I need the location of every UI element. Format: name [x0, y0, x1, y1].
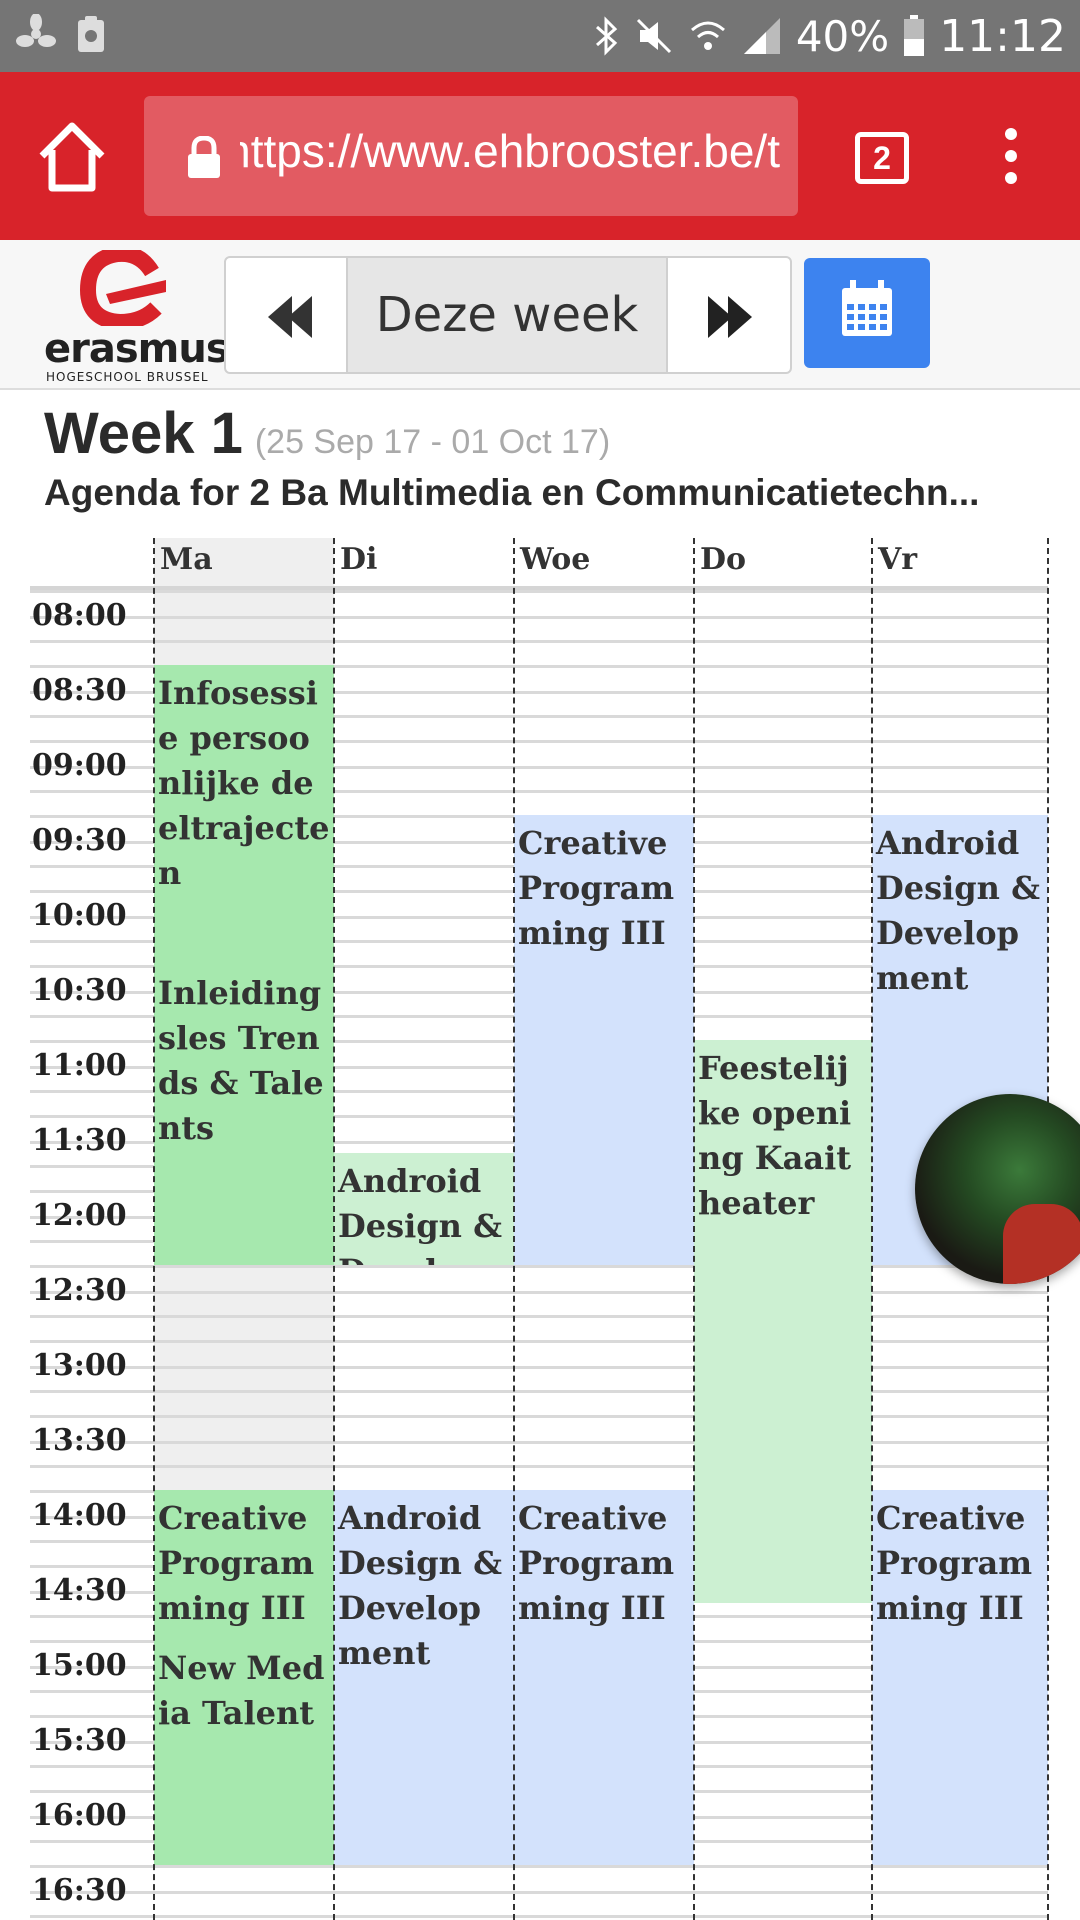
time-label: 15:00 — [32, 1648, 127, 1683]
status-bar: 40% 11:12 — [0, 0, 1080, 72]
event-block[interactable]: Inleidingsles Trends & Talents — [154, 965, 334, 1265]
tab-switcher-button[interactable]: 2 — [855, 132, 909, 184]
time-label: 14:00 — [32, 1498, 127, 1533]
event-block[interactable]: Infosessie persoonlijke deeltrajecten — [154, 665, 334, 965]
time-label: 16:00 — [32, 1798, 127, 1833]
bluetooth-icon — [595, 16, 618, 56]
grid-line — [30, 1441, 1048, 1444]
day-header-ma: Ma — [154, 538, 334, 588]
notification-icons — [16, 14, 106, 54]
column-divider — [871, 538, 873, 1920]
grid-line — [30, 1291, 1048, 1294]
column-divider — [333, 538, 335, 1920]
url-text: https://www.ehbrooster.be/t — [240, 125, 780, 177]
grid-line — [30, 1415, 1048, 1418]
time-label: 09:30 — [32, 823, 127, 858]
calendar-icon — [842, 280, 892, 336]
time-label: 10:00 — [32, 898, 127, 933]
event-block[interactable]: Creative Programming III — [154, 1490, 334, 1640]
logo-wordmark: erasmus — [44, 326, 230, 372]
event-block[interactable]: Creative Programming III — [514, 1490, 694, 1865]
lock-icon — [188, 136, 220, 178]
mute-icon — [636, 18, 671, 54]
time-label: 09:00 — [32, 748, 127, 783]
time-label: 11:00 — [32, 1048, 127, 1083]
event-block[interactable]: Android Design & Development — [334, 1152, 514, 1265]
time-label: 10:30 — [32, 973, 127, 1008]
event-block[interactable]: Creative Programming III — [514, 815, 694, 1265]
home-button[interactable] — [36, 116, 108, 196]
event-block[interactable]: Feestelijke opening Kaaitheater — [694, 1040, 872, 1603]
this-week-button[interactable]: Deze week — [346, 256, 668, 374]
schedule-grid: Ma Di Woe Do Vr 08:00 08:30 09:00 09:30 10:00 10:3… — [0, 538, 1080, 1920]
week-number: Week 1 — [44, 401, 243, 466]
clipboard-icon — [78, 16, 104, 52]
clock: 11:12 — [939, 10, 1066, 62]
today-free-slot — [154, 1265, 334, 1490]
time-label: 08:00 — [32, 598, 127, 633]
time-label: 15:30 — [32, 1723, 127, 1758]
grid-line — [30, 1315, 1048, 1318]
grid-line — [30, 1915, 1048, 1918]
time-label: 12:00 — [32, 1198, 127, 1233]
grid-line — [30, 1865, 1048, 1868]
home-icon — [39, 122, 105, 192]
time-label: 13:00 — [32, 1348, 127, 1383]
grid-line — [30, 1390, 1048, 1393]
agenda-title: Agenda for 2 Ba Multimedia en Communicat… — [44, 472, 980, 513]
grid-line — [30, 1340, 1048, 1343]
erasmus-e-icon — [80, 250, 166, 326]
event-block[interactable]: Creative Programming III — [872, 1490, 1048, 1865]
grid-line — [30, 590, 1048, 593]
grid-line — [30, 1265, 1048, 1268]
grid-line — [30, 1465, 1048, 1468]
week-date-range: (25 Sep 17 - 01 Oct 17) — [254, 423, 611, 461]
grid-line — [30, 640, 1048, 643]
erasmus-logo: erasmus HOGESCHOOL BRUSSEL — [40, 250, 230, 384]
grid-line — [30, 1891, 1048, 1894]
wifi-icon — [690, 21, 725, 50]
previous-week-button[interactable] — [224, 256, 348, 374]
today-free-slot — [154, 590, 334, 665]
fast-forward-icon — [708, 296, 752, 338]
week-title: Week 1 (25 Sep 17 - 01 Oct 17) — [44, 400, 610, 467]
day-header-do: Do — [700, 542, 747, 577]
address-bar[interactable]: https://www.ehbrooster.be/t — [144, 96, 798, 216]
battery-percent: 40% — [795, 11, 890, 61]
schedule-toolbar: erasmus HOGESCHOOL BRUSSEL Deze week — [0, 240, 1080, 390]
browser-toolbar: https://www.ehbrooster.be/t 2 — [0, 72, 1080, 240]
time-label: 16:30 — [32, 1873, 127, 1908]
event-block[interactable]: Android Design & Development — [334, 1490, 514, 1865]
time-label: 11:30 — [32, 1123, 127, 1158]
day-header-vr: Vr — [878, 542, 918, 577]
rewind-icon — [268, 296, 312, 338]
next-week-button[interactable] — [666, 256, 792, 374]
column-divider — [513, 538, 515, 1920]
day-header-di: Di — [340, 542, 378, 577]
time-label: 14:30 — [32, 1573, 127, 1608]
grid-line — [30, 616, 1048, 619]
grid-line — [30, 1366, 1048, 1369]
overflow-menu-button[interactable] — [996, 128, 1026, 192]
event-block[interactable]: New Media Talent — [154, 1640, 334, 1865]
battery-icon — [904, 15, 925, 56]
pinwheel-icon — [16, 14, 56, 47]
day-header-woe: Woe — [520, 542, 591, 577]
column-divider — [153, 538, 155, 1920]
calendar-button[interactable] — [804, 258, 930, 368]
signal-icon — [743, 18, 780, 54]
time-label: 12:30 — [32, 1273, 127, 1308]
time-label: 08:30 — [32, 673, 127, 708]
column-divider — [693, 538, 695, 1920]
logo-subtitle: HOGESCHOOL BRUSSEL — [46, 370, 209, 384]
time-label: 13:30 — [32, 1423, 127, 1458]
